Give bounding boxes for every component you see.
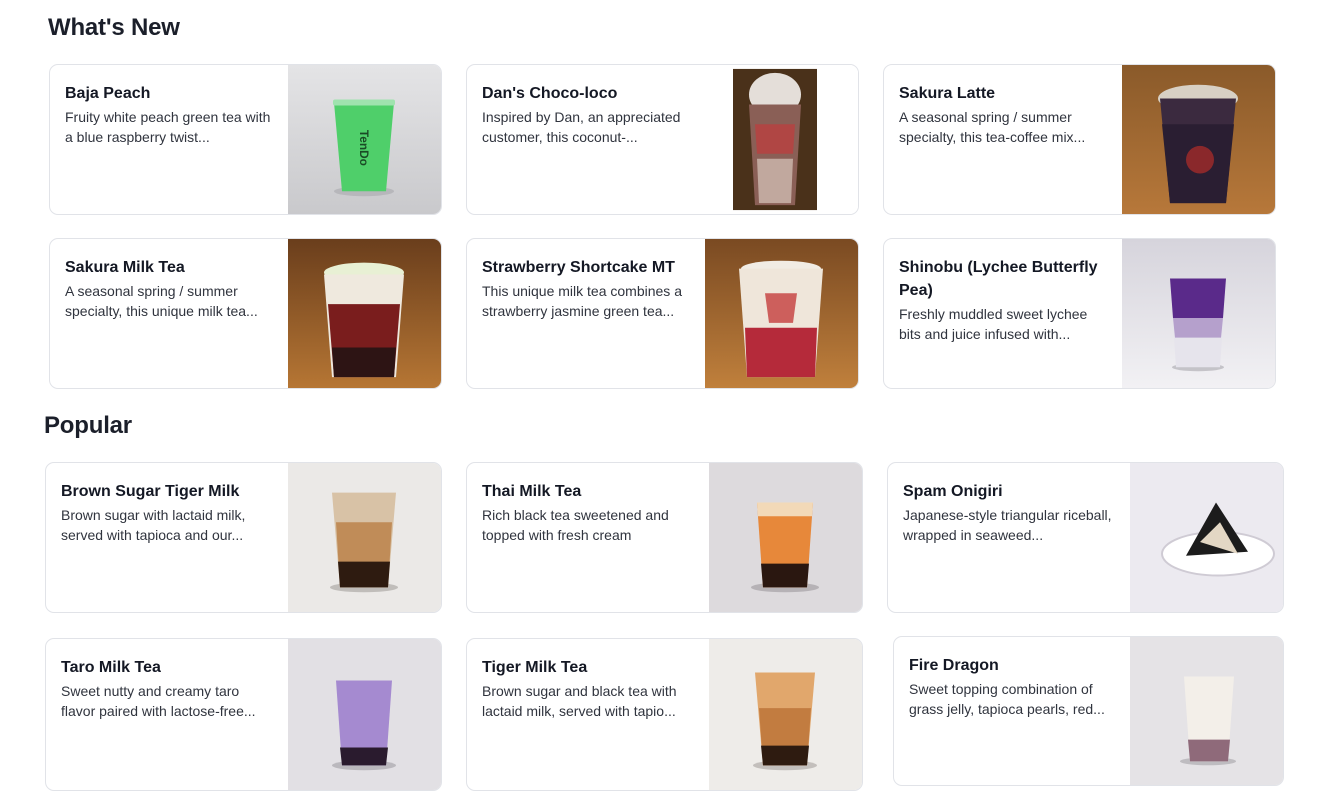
card-description: Brown sugar with lactaid milk, served wi… [61, 507, 246, 543]
cup-logo-text: TenDo [357, 130, 371, 166]
card-description: Sweet topping combination of grass jelly… [909, 681, 1105, 717]
menu-card-shinobu[interactable]: Shinobu (Lychee Butterfly Pea) Freshly m… [883, 238, 1276, 389]
whats-new-heading: What's New [48, 14, 180, 41]
card-title: Fire Dragon [909, 657, 999, 674]
drink-photo: TenDo [288, 65, 441, 214]
card-description: A seasonal spring / summer specialty, th… [65, 283, 258, 319]
menu-card-spam-onigiri[interactable]: Spam Onigiri Japanese-style triangular r… [887, 462, 1284, 613]
menu-card-strawberry-shortcake-mt[interactable]: Strawberry Shortcake MT This unique milk… [466, 238, 859, 389]
card-title: Tiger Milk Tea [482, 659, 588, 676]
card-description: Sweet nutty and creamy taro flavor paire… [61, 683, 256, 719]
card-description: Brown sugar and black tea with lactaid m… [482, 683, 677, 719]
card-description: This unique milk tea combines a strawber… [482, 283, 682, 319]
drink-photo [1122, 65, 1275, 214]
card-description: Freshly muddled sweet lychee bits and ju… [899, 306, 1088, 342]
card-title: Strawberry Shortcake MT [482, 259, 675, 276]
menu-card-tiger-milk-tea[interactable]: Tiger Milk Tea Brown sugar and black tea… [466, 638, 863, 791]
drink-photo [288, 239, 441, 388]
card-title: Taro Milk Tea [61, 659, 161, 676]
drink-photo [705, 239, 858, 388]
menu-card-taro-milk-tea[interactable]: Taro Milk Tea Sweet nutty and creamy tar… [45, 638, 442, 791]
card-description: Inspired by Dan, an appreciated customer… [482, 109, 681, 145]
drink-photo [1122, 239, 1275, 388]
drink-photo [709, 463, 862, 612]
card-title: Sakura Milk Tea [65, 259, 185, 276]
drink-photo [288, 639, 441, 790]
drink-photo [1130, 637, 1283, 785]
card-title: Shinobu (Lychee Butterfly Pea) [899, 259, 1098, 299]
menu-card-baja-peach[interactable]: Baja Peach Fruity white peach green tea … [49, 64, 442, 215]
card-description: Japanese-style triangular riceball, wrap… [903, 507, 1112, 543]
menu-card-sakura-milk-tea[interactable]: Sakura Milk Tea A seasonal spring / summ… [49, 238, 442, 389]
menu-card-fire-dragon[interactable]: Fire Dragon Sweet topping combination of… [893, 636, 1284, 786]
drink-photo [709, 639, 862, 790]
card-description: Rich black tea sweetened and topped with… [482, 507, 669, 543]
food-photo [1130, 463, 1283, 612]
card-description: A seasonal spring / summer specialty, th… [899, 109, 1086, 145]
menu-card-sakura-latte[interactable]: Sakura Latte A seasonal spring / summer … [883, 64, 1276, 215]
menu-card-thai-milk-tea[interactable]: Thai Milk Tea Rich black tea sweetened a… [466, 462, 863, 613]
menu-card-brown-sugar-tiger-milk[interactable]: Brown Sugar Tiger Milk Brown sugar with … [45, 462, 442, 613]
drink-photo [733, 65, 858, 214]
popular-heading: Popular [44, 412, 132, 439]
card-title: Thai Milk Tea [482, 483, 582, 500]
drink-photo [288, 463, 441, 612]
card-title: Dan's Choco-loco [482, 85, 618, 102]
card-description: Fruity white peach green tea with a blue… [65, 109, 271, 145]
menu-card-dans-choco-loco[interactable]: Dan's Choco-loco Inspired by Dan, an app… [466, 64, 859, 215]
card-title: Spam Onigiri [903, 483, 1003, 500]
card-title: Brown Sugar Tiger Milk [61, 483, 240, 500]
card-title: Sakura Latte [899, 85, 996, 102]
card-title: Baja Peach [65, 85, 151, 102]
